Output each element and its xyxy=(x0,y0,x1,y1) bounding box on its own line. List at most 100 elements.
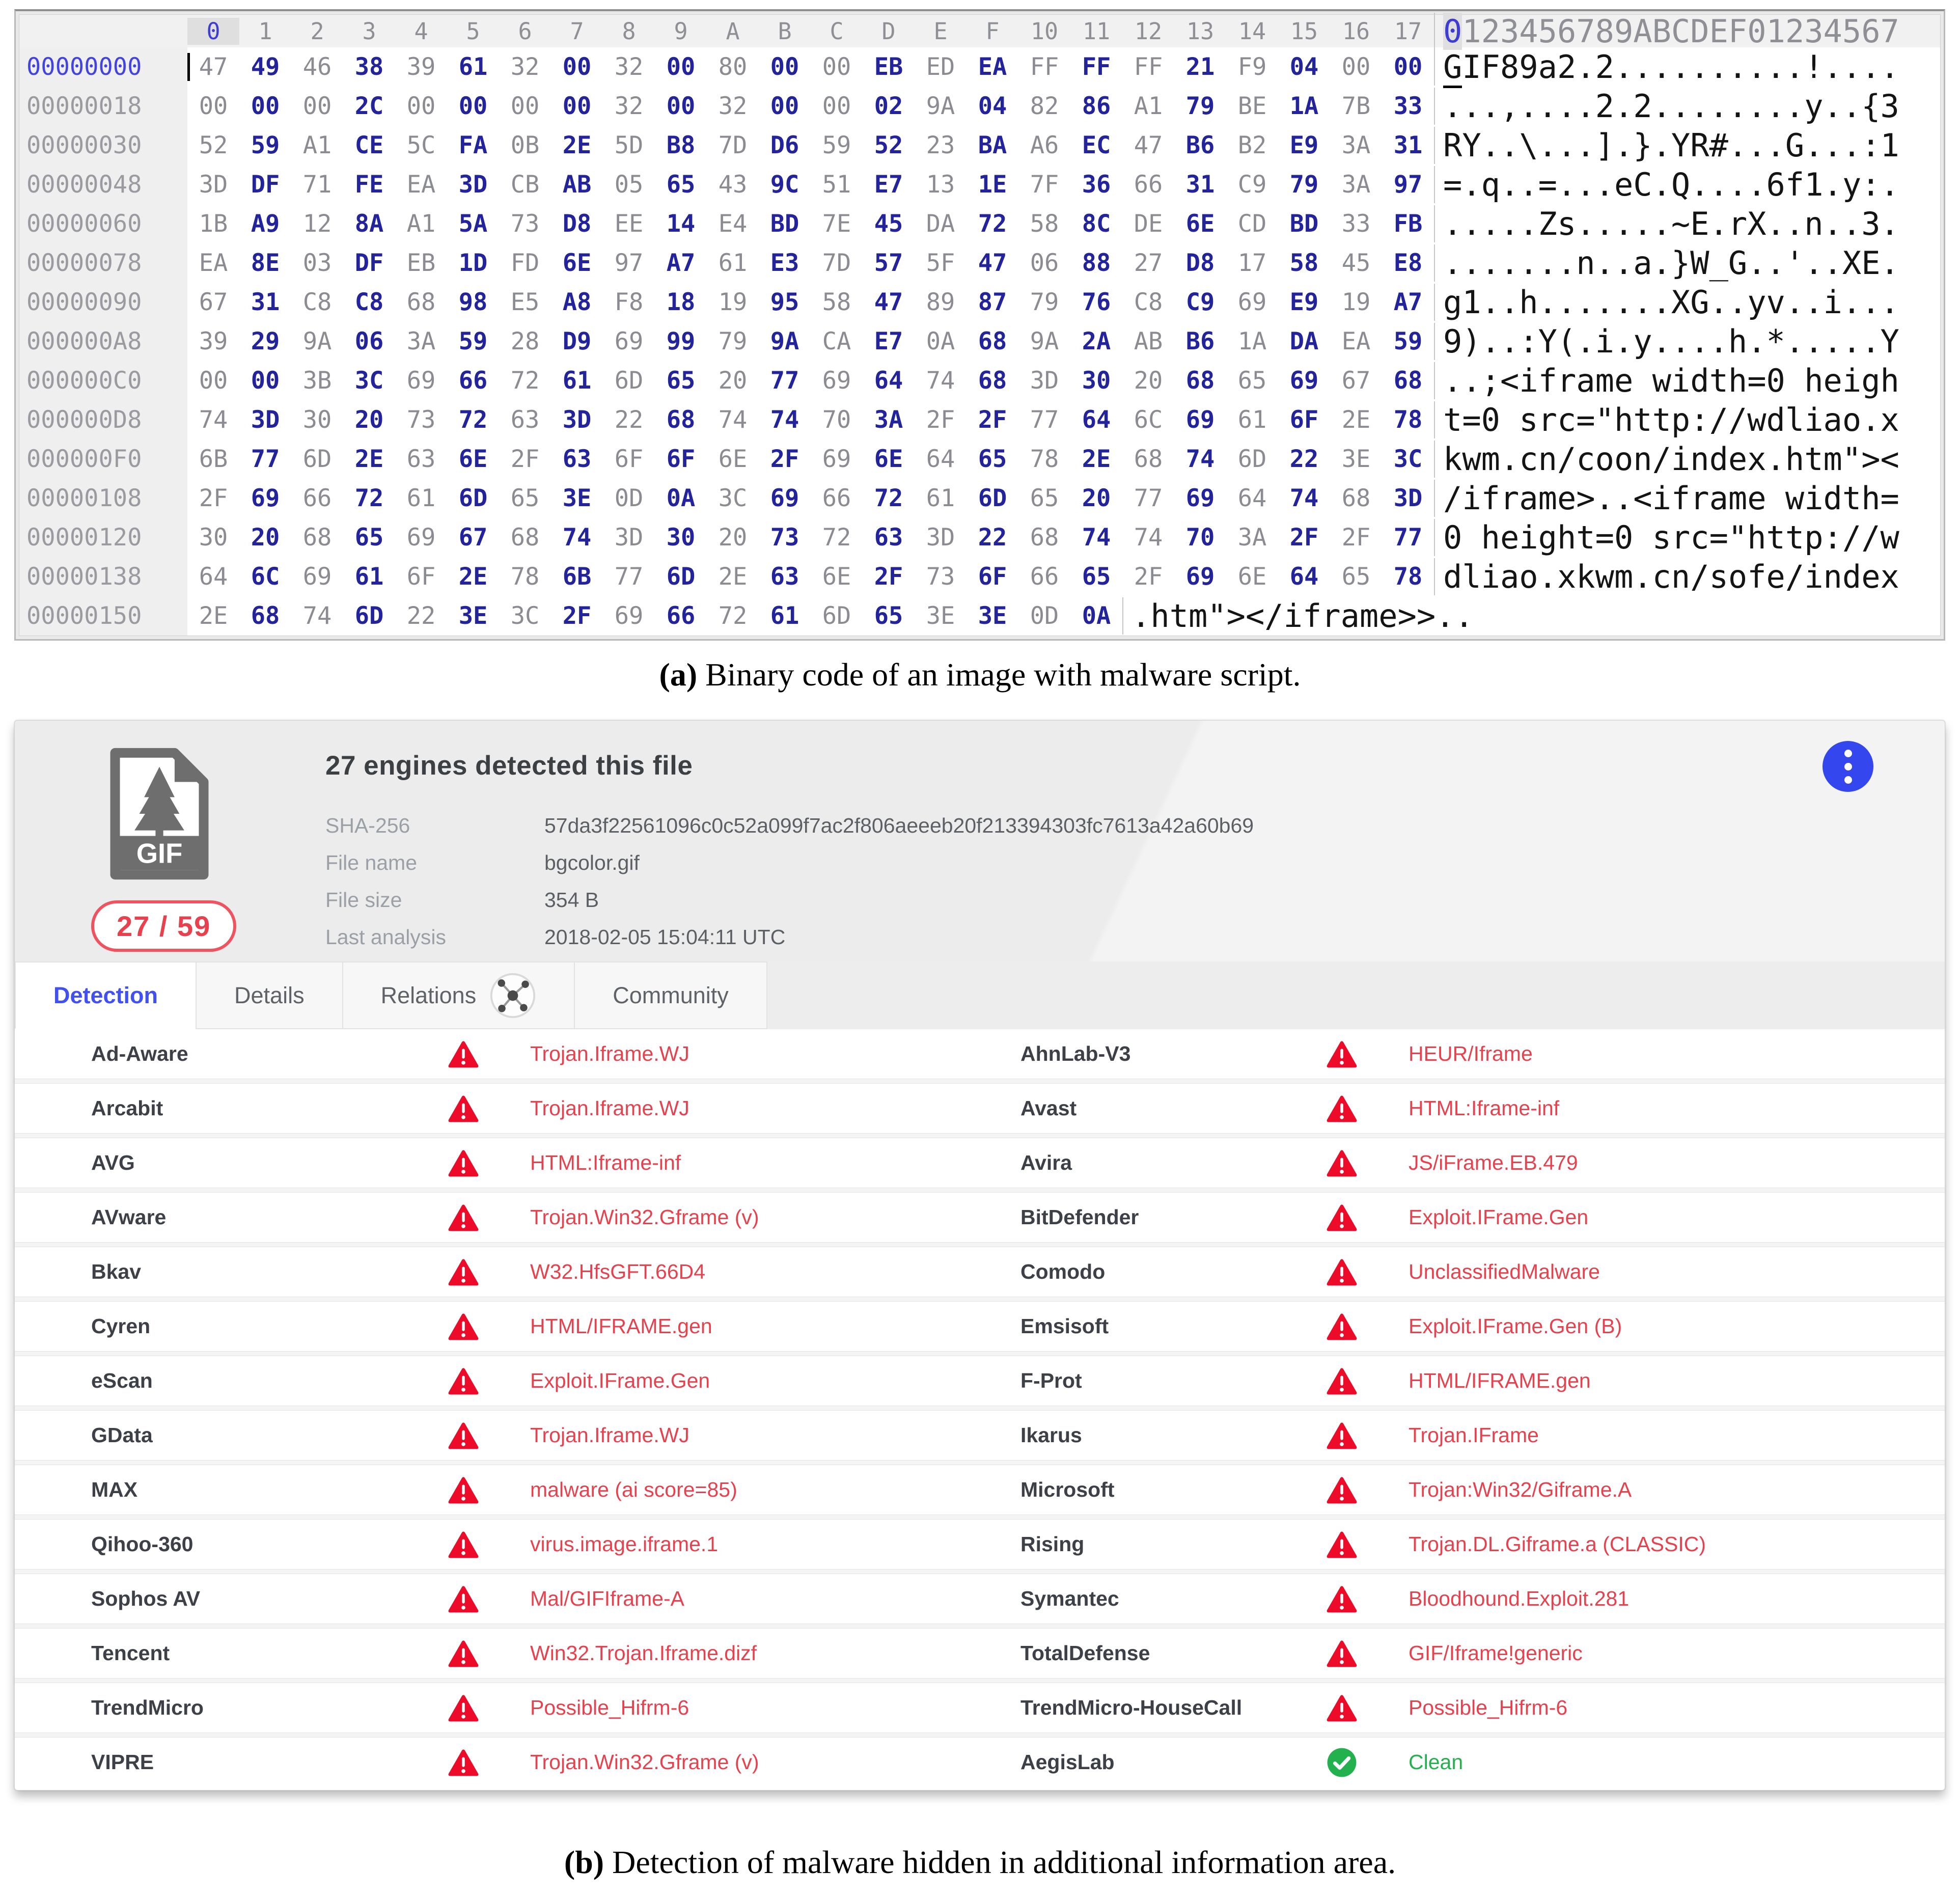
hex-byte[interactable]: 7B xyxy=(1330,92,1382,120)
hex-byte[interactable]: 00 xyxy=(395,92,447,120)
hex-byte[interactable]: 22 xyxy=(967,524,1018,552)
hex-byte[interactable]: 61 xyxy=(707,249,759,277)
hex-byte[interactable]: 06 xyxy=(1018,249,1070,277)
hex-ascii-text[interactable]: dliao.xkwm.cn/sofe/index xyxy=(1434,558,1899,595)
hex-byte[interactable]: 61 xyxy=(343,563,395,591)
hex-byte[interactable]: 00 xyxy=(1330,53,1382,81)
hex-byte[interactable]: 00 xyxy=(759,92,811,120)
hex-byte[interactable]: 3D xyxy=(915,524,967,552)
hex-byte[interactable]: E4 xyxy=(707,210,759,238)
hex-byte[interactable]: 22 xyxy=(1278,445,1330,473)
hex-byte[interactable]: 69 xyxy=(395,524,447,552)
hex-byte[interactable]: 0D xyxy=(603,484,655,512)
hex-byte[interactable]: 67 xyxy=(447,524,499,552)
hex-byte[interactable]: D6 xyxy=(759,131,811,159)
hex-byte[interactable]: 20 xyxy=(707,524,759,552)
hex-byte[interactable]: 64 xyxy=(1226,484,1278,512)
hex-byte[interactable]: 17 xyxy=(1226,249,1278,277)
hex-byte[interactable]: 2F xyxy=(551,602,603,630)
hex-byte[interactable]: 69 xyxy=(1174,563,1226,591)
hex-byte[interactable]: 23 xyxy=(915,131,967,159)
hex-byte[interactable]: 3D xyxy=(551,406,603,434)
hex-byte[interactable]: 74 xyxy=(1174,445,1226,473)
hex-byte[interactable]: 51 xyxy=(811,171,863,199)
hex-byte[interactable]: E8 xyxy=(1382,249,1434,277)
hex-byte[interactable]: 52 xyxy=(863,131,915,159)
hex-byte[interactable]: D9 xyxy=(551,327,603,355)
hex-byte[interactable]: 8A xyxy=(343,210,395,238)
hex-byte[interactable]: 2E xyxy=(1070,445,1122,473)
hex-byte[interactable]: 73 xyxy=(915,563,967,591)
hex-byte[interactable]: 72 xyxy=(967,210,1018,238)
hex-byte[interactable]: 00 xyxy=(759,53,811,81)
hex-byte[interactable]: 00 xyxy=(239,367,291,395)
hex-byte[interactable]: 74 xyxy=(915,367,967,395)
hex-byte[interactable]: E9 xyxy=(1278,288,1330,316)
hex-byte[interactable]: 69 xyxy=(1174,406,1226,434)
hex-byte[interactable]: 9A xyxy=(915,92,967,120)
hex-byte[interactable]: 00 xyxy=(291,92,343,120)
hex-byte[interactable]: A7 xyxy=(1382,288,1434,316)
hex-byte[interactable]: 20 xyxy=(1122,367,1174,395)
hex-byte-cells[interactable]: 743D30207372633D22687474703A2F2F77646C69… xyxy=(187,406,1434,434)
hex-byte[interactable]: F8 xyxy=(603,288,655,316)
hex-byte[interactable]: 3D xyxy=(1018,367,1070,395)
hex-byte[interactable]: 03 xyxy=(291,249,343,277)
hex-byte[interactable]: 2F xyxy=(499,445,551,473)
hex-byte[interactable]: 00 xyxy=(239,92,291,120)
hex-byte[interactable]: 68 xyxy=(239,602,291,630)
hex-byte[interactable]: 74 xyxy=(1278,484,1330,512)
hex-byte[interactable]: DA xyxy=(1278,327,1330,355)
hex-byte[interactable]: 97 xyxy=(1382,171,1434,199)
hex-byte[interactable]: 79 xyxy=(707,327,759,355)
hex-byte[interactable]: 63 xyxy=(551,445,603,473)
hex-byte[interactable]: 0B xyxy=(499,131,551,159)
hex-byte[interactable]: B6 xyxy=(1174,327,1226,355)
hex-byte[interactable]: 00 xyxy=(187,367,239,395)
hex-byte[interactable]: 30 xyxy=(291,406,343,434)
hex-byte[interactable]: 6F xyxy=(1278,406,1330,434)
hex-byte[interactable]: 77 xyxy=(1382,524,1434,552)
hex-byte[interactable]: 05 xyxy=(603,171,655,199)
hex-byte[interactable]: 61 xyxy=(551,367,603,395)
hex-byte[interactable]: A8 xyxy=(551,288,603,316)
hex-byte[interactable]: 2E xyxy=(551,131,603,159)
hex-byte[interactable]: FF xyxy=(1018,53,1070,81)
hex-byte[interactable]: 74 xyxy=(1122,524,1174,552)
hex-byte[interactable]: 77 xyxy=(759,367,811,395)
hex-byte[interactable]: 3E xyxy=(967,602,1018,630)
hex-byte[interactable]: 49 xyxy=(239,53,291,81)
hex-byte[interactable]: 64 xyxy=(915,445,967,473)
hex-byte-cells[interactable]: 47494638396132003200800000EBEDEAFFFFFF21… xyxy=(187,53,1434,81)
hex-byte[interactable]: 5F xyxy=(915,249,967,277)
hex-byte[interactable]: BA xyxy=(967,131,1018,159)
hex-byte[interactable]: E7 xyxy=(863,327,915,355)
hex-byte[interactable]: F9 xyxy=(1226,53,1278,81)
hex-byte[interactable]: 3D xyxy=(447,171,499,199)
hex-byte[interactable]: B8 xyxy=(655,131,707,159)
hex-byte[interactable]: 68 xyxy=(655,406,707,434)
hex-byte[interactable]: 7D xyxy=(811,249,863,277)
hex-byte[interactable]: 74 xyxy=(291,602,343,630)
hex-byte[interactable]: 6E xyxy=(551,249,603,277)
hex-byte-cells[interactable]: EA8E03DFEB1DFD6E97A761E37D575F47068827D8… xyxy=(187,249,1434,277)
hex-byte[interactable]: 0A xyxy=(655,484,707,512)
hex-byte[interactable]: 2F xyxy=(759,445,811,473)
hex-byte[interactable]: 63 xyxy=(863,524,915,552)
hex-byte[interactable]: 00 xyxy=(499,92,551,120)
hex-byte[interactable]: EB xyxy=(395,249,447,277)
hex-ascii-text[interactable]: =.q..=...eC.Q....6f1.y:. xyxy=(1434,166,1899,203)
hex-byte[interactable]: 04 xyxy=(1278,53,1330,81)
hex-byte[interactable]: CA xyxy=(811,327,863,355)
hex-byte[interactable]: DF xyxy=(239,171,291,199)
hex-byte[interactable]: 3E xyxy=(1330,445,1382,473)
hex-byte[interactable]: 66 xyxy=(1122,171,1174,199)
hex-byte[interactable]: 45 xyxy=(863,210,915,238)
hex-byte[interactable]: 00 xyxy=(551,92,603,120)
hex-byte[interactable]: 2E xyxy=(187,602,239,630)
hex-byte[interactable]: 00 xyxy=(551,53,603,81)
hex-byte[interactable]: 61 xyxy=(915,484,967,512)
hex-byte[interactable]: 69 xyxy=(1174,484,1226,512)
hex-byte[interactable]: 3C xyxy=(707,484,759,512)
hex-byte[interactable]: 70 xyxy=(811,406,863,434)
